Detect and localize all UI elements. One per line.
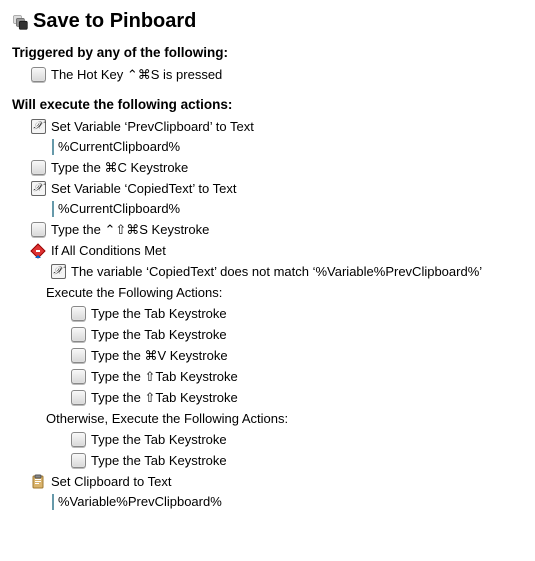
action-set-variable: 𝒳 Set Variable ‘PrevClipboard’ to Text — [12, 116, 523, 137]
keystroke-icon — [70, 327, 86, 343]
keystroke-icon — [70, 306, 86, 322]
if-condition: The variable ‘CopiedText’ does not match… — [71, 263, 482, 280]
action-label: Type the ⌘C Keystroke — [51, 159, 188, 176]
variable-icon: 𝒳 — [30, 181, 46, 197]
action-label: Type the ⇧Tab Keystroke — [91, 368, 238, 385]
action-label: Type the Tab Keystroke — [91, 431, 227, 448]
keystroke-icon — [70, 453, 86, 469]
variable-icon: 𝒳 — [50, 264, 66, 280]
action-type-keystroke: Type the ⌘V Keystroke — [12, 345, 523, 366]
action-label: If All Conditions Met — [51, 242, 166, 259]
action-type-keystroke: Type the ⌘C Keystroke — [12, 157, 523, 178]
action-label: Type the ⌘V Keystroke — [91, 347, 228, 364]
action-type-keystroke: Type the Tab Keystroke — [12, 429, 523, 450]
variable-icon: 𝒳 — [30, 119, 46, 135]
if-else-header: Otherwise, Execute the Following Actions… — [12, 408, 523, 429]
triggers-header: Triggered by any of the following: — [12, 45, 523, 60]
action-label: Type the ⌃⇧⌘S Keystroke — [51, 221, 209, 238]
action-if: If All Conditions Met — [12, 240, 523, 261]
token-text: %CurrentClipboard% — [52, 139, 523, 155]
token-text: %Variable%PrevClipboard% — [52, 494, 523, 510]
macro-icon — [12, 14, 28, 30]
action-type-keystroke: Type the ⇧Tab Keystroke — [12, 387, 523, 408]
token-text: %CurrentClipboard% — [52, 201, 523, 217]
macro-title: Save to Pinboard — [33, 10, 196, 33]
action-set-variable: 𝒳 Set Variable ‘CopiedText’ to Text — [12, 178, 523, 199]
if-icon — [30, 243, 46, 259]
action-label: Set Clipboard to Text — [51, 473, 171, 490]
action-type-keystroke: Type the Tab Keystroke — [12, 324, 523, 345]
action-label: Set Variable ‘PrevClipboard’ to Text — [51, 118, 254, 135]
keystroke-icon — [30, 160, 46, 176]
keystroke-icon — [70, 432, 86, 448]
if-condition-row: 𝒳 The variable ‘CopiedText’ does not mat… — [12, 261, 523, 282]
action-label: Type the Tab Keystroke — [91, 452, 227, 469]
action-type-keystroke: Type the ⇧Tab Keystroke — [12, 366, 523, 387]
action-label: Type the Tab Keystroke — [91, 305, 227, 322]
keystroke-icon — [30, 222, 46, 238]
action-type-keystroke: Type the Tab Keystroke — [12, 450, 523, 471]
if-then-label: Execute the Following Actions: — [46, 284, 222, 301]
if-else-label: Otherwise, Execute the Following Actions… — [46, 410, 288, 427]
keystroke-icon — [70, 390, 86, 406]
action-set-clipboard: Set Clipboard to Text — [12, 471, 523, 492]
keystroke-icon — [70, 369, 86, 385]
macro-title-row: Save to Pinboard — [12, 10, 523, 33]
action-type-keystroke: Type the ⌃⇧⌘S Keystroke — [12, 219, 523, 240]
actions-header: Will execute the following actions: — [12, 97, 523, 112]
hotkey-icon — [30, 67, 46, 83]
clipboard-icon — [30, 474, 46, 490]
action-label: Type the ⇧Tab Keystroke — [91, 389, 238, 406]
action-label: Type the Tab Keystroke — [91, 326, 227, 343]
keystroke-icon — [70, 348, 86, 364]
if-then-header: Execute the Following Actions: — [12, 282, 523, 303]
trigger-label: The Hot Key ⌃⌘S is pressed — [51, 66, 222, 83]
trigger-row: The Hot Key ⌃⌘S is pressed — [12, 64, 523, 85]
action-type-keystroke: Type the Tab Keystroke — [12, 303, 523, 324]
action-label: Set Variable ‘CopiedText’ to Text — [51, 180, 236, 197]
